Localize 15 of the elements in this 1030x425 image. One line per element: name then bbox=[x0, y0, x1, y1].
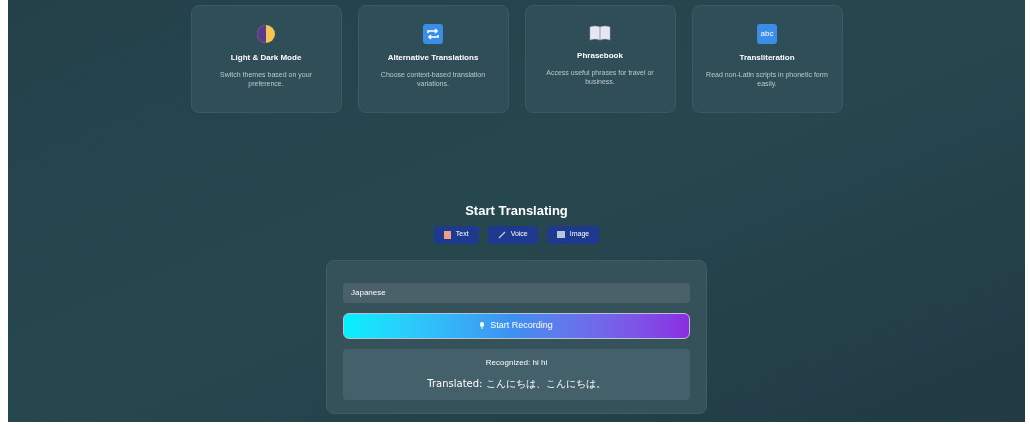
microphone-icon bbox=[480, 322, 485, 329]
section-title: Start Translating bbox=[465, 202, 568, 220]
abc-icon: abc bbox=[757, 24, 777, 44]
feature-title: Light & Dark Mode bbox=[230, 52, 302, 64]
feature-title: Alternative Translations bbox=[387, 52, 479, 64]
open-book-icon bbox=[589, 24, 611, 42]
half-moon-icon bbox=[256, 24, 276, 44]
repeat-icon bbox=[423, 24, 443, 44]
feature-title: Transliteration bbox=[739, 52, 795, 64]
language-field[interactable]: Japanese bbox=[343, 282, 690, 303]
record-button[interactable]: Start Recording bbox=[343, 312, 690, 339]
wand-icon bbox=[497, 230, 506, 239]
recognized-text: Recognized: hi hi bbox=[485, 357, 548, 369]
feature-title: Phrasebook bbox=[577, 50, 623, 62]
translated-text: Translated: こんにちは、こんにちは。 bbox=[427, 377, 606, 391]
